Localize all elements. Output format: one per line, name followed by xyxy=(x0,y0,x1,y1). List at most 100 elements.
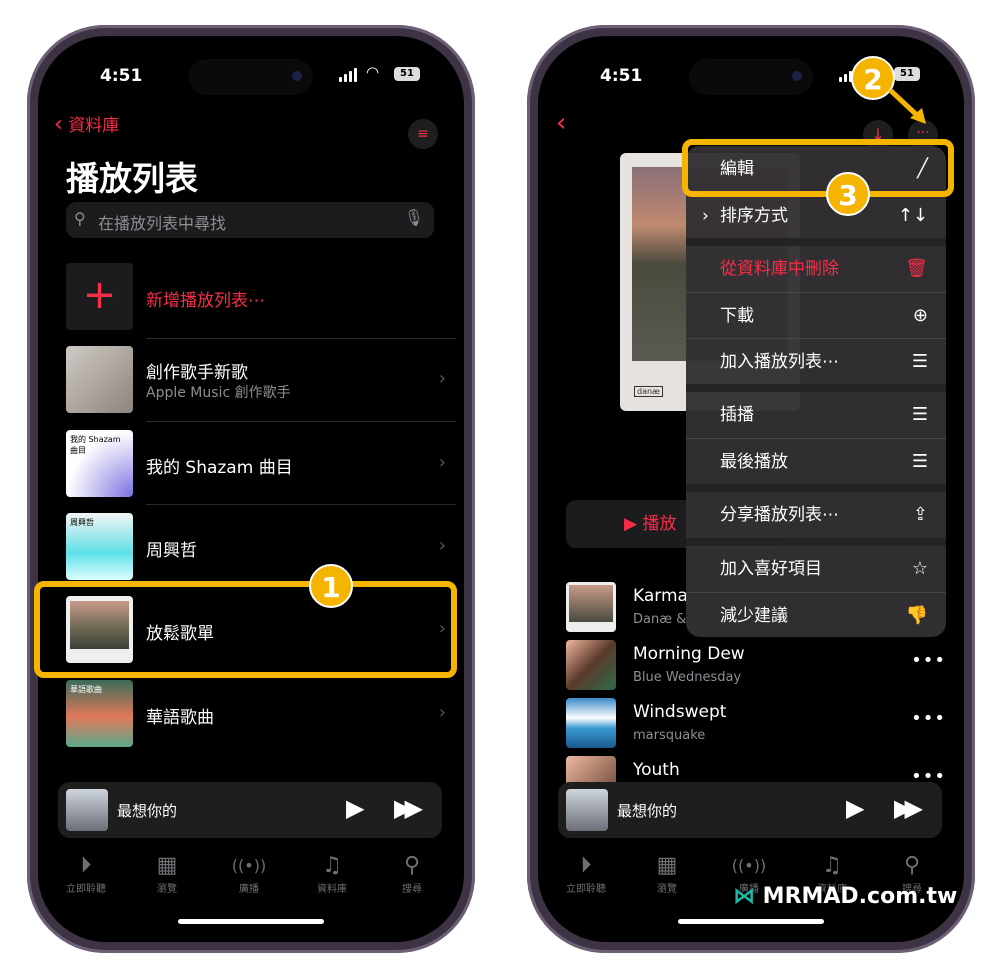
sort-arrows-icon: ↑↓ xyxy=(897,205,928,226)
tab-listen-now[interactable]: ⏵ 立即聆聽 xyxy=(551,852,621,895)
menu-label: 減少建議 xyxy=(720,606,788,626)
menu-item-suggest-less[interactable]: 減少建議 👎 xyxy=(686,592,946,637)
playlist-row[interactable]: 創作歌手新歌 Apple Music 創作歌手 › xyxy=(66,346,456,414)
play-icon: ▶ xyxy=(624,514,643,534)
song-title: Morning Dew xyxy=(633,644,745,664)
chevron-right-icon: › xyxy=(702,206,709,226)
menu-label: 最後播放 xyxy=(720,452,788,472)
menu-separator xyxy=(686,384,946,392)
camera xyxy=(792,71,802,81)
menu-item-add-to-playlist[interactable]: 加入播放列表⋯ ☰ xyxy=(686,338,946,384)
search-input[interactable]: ⚲ 在播放列表中尋找 🎙 xyxy=(66,202,434,238)
tab-search[interactable]: ⚲ 搜尋 xyxy=(377,852,447,895)
more-icon[interactable]: ••• xyxy=(911,708,946,729)
highlight-box-step3 xyxy=(682,139,954,197)
home-indicator xyxy=(678,919,824,924)
signal-icon xyxy=(339,68,357,82)
radio-icon: ((•)) xyxy=(731,856,767,875)
search-icon: ⚲ xyxy=(903,853,921,878)
menu-label: 插播 xyxy=(720,405,754,425)
back-button[interactable]: ‹ xyxy=(556,108,566,138)
watermark-logo: ⋈ xyxy=(733,884,763,909)
filter-icon: ≡ xyxy=(417,126,429,142)
playlist-row[interactable]: 周興哲 周興哲 › xyxy=(66,513,456,581)
tab-label: 立即聆聽 xyxy=(66,884,106,895)
song-title: Karma xyxy=(633,586,688,606)
tab-label: 資料庫 xyxy=(317,884,347,895)
home-indicator xyxy=(178,919,324,924)
menu-label: 從資料庫中刪除 xyxy=(720,259,839,279)
wifi-icon: ◠ xyxy=(366,63,380,81)
menu-separator xyxy=(686,238,946,246)
divider xyxy=(146,338,456,339)
chevron-right-icon: › xyxy=(438,535,446,556)
microphone-icon[interactable]: 🎙 xyxy=(404,208,424,227)
play-button[interactable]: ▶ xyxy=(346,794,364,822)
tab-radio[interactable]: ((•)) 廣播 xyxy=(214,852,284,895)
tab-browse[interactable]: ▦ 瀏覽 xyxy=(632,852,702,895)
now-playing-artwork xyxy=(66,789,108,831)
tab-listen-now[interactable]: ⏵ 立即聆聽 xyxy=(51,852,121,895)
menu-item-favorite[interactable]: 加入喜好項目 ☆ xyxy=(686,546,946,592)
back-label: 資料庫 xyxy=(68,116,120,136)
song-row[interactable]: Windswept marsquake ••• xyxy=(566,698,956,756)
new-playlist-row[interactable]: + 新增播放列表⋯ xyxy=(66,263,456,331)
now-playing-artwork xyxy=(566,789,608,831)
song-artist: Danæ & xyxy=(633,612,687,627)
search-icon: ⚲ xyxy=(74,209,86,228)
play-button[interactable]: ▶ xyxy=(846,794,864,822)
thumbs-down-icon: 👎 xyxy=(905,605,928,626)
menu-item-share[interactable]: 分享播放列表⋯ ⇪ xyxy=(686,492,946,538)
song-row[interactable]: Morning Dew Blue Wednesday ••• xyxy=(566,640,956,698)
playlist-title: 我的 Shazam 曲目 xyxy=(146,458,293,478)
play-label: 播放 xyxy=(642,514,677,534)
menu-label: 加入播放列表⋯ xyxy=(720,352,839,372)
tab-label: 立即聆聽 xyxy=(566,884,606,895)
menu-separator xyxy=(686,538,946,546)
filter-button[interactable]: ≡ xyxy=(408,119,438,149)
play-circle-icon: ⏵ xyxy=(580,853,592,878)
camera xyxy=(292,71,302,81)
playlist-artwork: 周興哲 xyxy=(66,513,133,580)
tab-library[interactable]: ♫ 資料庫 xyxy=(297,852,367,895)
mini-player[interactable]: 最想你的 ▶ ▶▶ xyxy=(558,782,942,838)
radio-icon: ((•)) xyxy=(231,856,267,875)
page-title: 播放列表 xyxy=(66,159,198,198)
playlist-row[interactable]: 我的 Shazam 曲目 我的 Shazam 曲目 › xyxy=(66,430,456,498)
menu-item-delete[interactable]: 從資料庫中刪除 🗑 xyxy=(686,246,946,292)
download-circle-icon: ⊕ xyxy=(912,305,928,326)
playlists-screen: 4:51 ◠ 51 ‹ 資料庫 ≡ 播放列表 ⚲ 在播放列表中尋找 🎙 + 新增… xyxy=(38,36,464,942)
watermark: ⋈ MRMAD.com.tw xyxy=(733,884,957,909)
song-title: Youth xyxy=(633,760,680,780)
play-next-icon: ☰ xyxy=(911,404,928,425)
status-time: 4:51 xyxy=(100,66,143,86)
search-icon: ⚲ xyxy=(403,853,421,878)
play-last-icon: ☰ xyxy=(911,451,928,472)
menu-item-play-last[interactable]: 最後播放 ☰ xyxy=(686,438,946,484)
forward-button[interactable]: ▶▶ xyxy=(394,794,423,822)
tab-browse[interactable]: ▦ 瀏覽 xyxy=(132,852,202,895)
menu-label: 下載 xyxy=(720,306,754,326)
artwork-label: danæ xyxy=(634,386,663,397)
menu-item-sort[interactable]: › 排序方式 ↑↓ xyxy=(686,192,946,238)
playlist-subtitle: Apple Music 創作歌手 xyxy=(146,385,291,401)
menu-item-play-next[interactable]: 插播 ☰ xyxy=(686,392,946,438)
chevron-left-icon: ‹ xyxy=(54,112,63,137)
now-playing-title: 最想你的 xyxy=(117,802,178,820)
playlist-artwork: 我的 Shazam 曲目 xyxy=(66,430,133,497)
artwork-text: 周興哲 xyxy=(70,518,94,527)
back-button[interactable]: ‹ 資料庫 xyxy=(54,111,119,137)
menu-label: 排序方式 xyxy=(720,206,788,226)
menu-item-download[interactable]: 下載 ⊕ xyxy=(686,292,946,338)
battery-icon: 51 xyxy=(894,67,920,81)
more-icon[interactable]: ••• xyxy=(911,650,946,671)
mini-player[interactable]: 最想你的 ▶ ▶▶ xyxy=(58,782,442,838)
menu-label: 加入喜好項目 xyxy=(720,559,822,579)
share-icon: ⇪ xyxy=(912,504,928,525)
divider xyxy=(146,421,456,422)
forward-button[interactable]: ▶▶ xyxy=(894,794,923,822)
trash-icon: 🗑 xyxy=(905,258,928,279)
step-badge-3: 3 xyxy=(826,172,870,216)
playlist-row[interactable]: 華語歌曲 華語歌曲 › xyxy=(66,680,456,748)
song-title: Windswept xyxy=(633,702,727,722)
